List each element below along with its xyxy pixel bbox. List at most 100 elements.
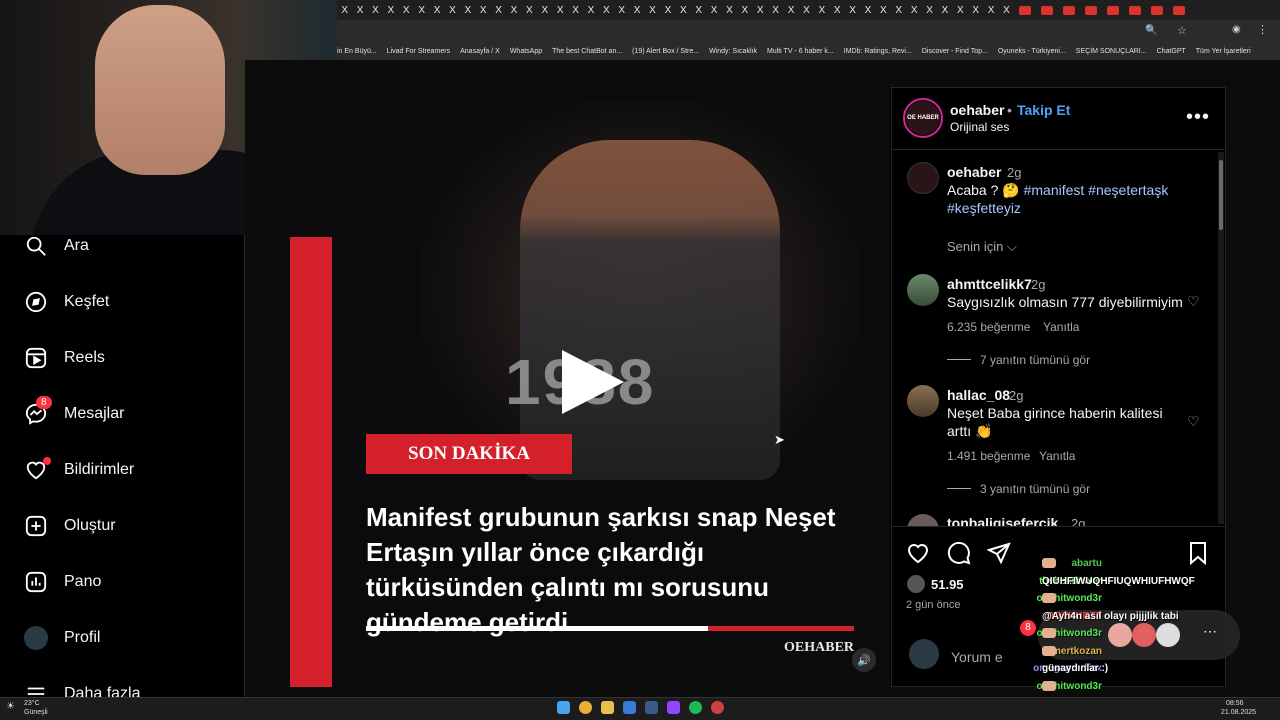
youtube-tab-icon[interactable] <box>1085 5 1098 15</box>
comment-avatar[interactable] <box>907 514 939 526</box>
sidebar-item-notifications[interactable]: Bildirimler <box>24 455 134 485</box>
comment-like-icon[interactable]: ♡ <box>1187 293 1200 310</box>
bookmark-item[interactable]: Livad For Streamers <box>387 48 450 55</box>
clock-time[interactable]: 08:56 <box>1226 700 1244 707</box>
browser-tab-close-icon[interactable]: X <box>799 5 814 16</box>
browser-tab-close-icon[interactable]: X <box>645 5 660 16</box>
post-author-avatar[interactable]: OE HABER <box>903 98 943 138</box>
sidebar-item-search[interactable]: Ara <box>24 231 89 261</box>
video-progress-bar[interactable] <box>366 626 854 631</box>
spotify-icon[interactable] <box>689 701 702 714</box>
browser-tab-close-icon[interactable]: X <box>599 5 614 16</box>
follow-button[interactable]: Takip Et <box>1017 102 1070 118</box>
view-replies-link[interactable]: 3 yanıtın tümünü gör <box>980 482 1090 496</box>
browser-tab-close-icon[interactable]: X <box>614 5 629 16</box>
bookmark-item[interactable]: Discover - Find Top... <box>922 48 988 55</box>
chrome-icon[interactable] <box>579 701 592 714</box>
comment-likes[interactable]: 1.491 beğenme <box>947 449 1030 463</box>
browser-tab-close-icon[interactable]: X <box>399 5 414 16</box>
bookmark-item[interactable]: Multi TV - 6 haber k... <box>767 48 834 55</box>
bookmark-item[interactable]: ChatGPT <box>1157 48 1186 55</box>
browser-tab-close-icon[interactable]: X <box>476 5 491 16</box>
comment-avatar[interactable] <box>907 274 939 306</box>
steam-icon[interactable] <box>645 701 658 714</box>
bookmark-item[interactable]: Oyuneks - Türkiyeni... <box>998 48 1066 55</box>
youtube-tab-icon[interactable] <box>1129 5 1142 15</box>
browser-tab-close-icon[interactable]: X <box>429 5 444 16</box>
comment-username[interactable]: hallac_08 <box>947 387 1010 403</box>
twitch-icon[interactable] <box>667 701 680 714</box>
browser-menu-icon[interactable]: ⋮ <box>1257 23 1268 36</box>
comment-reply-button[interactable]: Yanıtla <box>1043 320 1079 334</box>
bookmark-item[interactable]: WhatsApp <box>510 48 542 55</box>
browser-tab-close-icon[interactable]: X <box>383 5 398 16</box>
weather-temp[interactable]: 23°C <box>24 700 40 707</box>
browser-tab-close-icon[interactable]: X <box>983 5 998 16</box>
comment-username[interactable]: ahmttcelikk7 <box>947 276 1032 292</box>
browser-tab-close-icon[interactable]: X <box>537 5 552 16</box>
volume-icon[interactable]: 🔊 <box>852 648 876 672</box>
browser-tab-close-icon[interactable]: X <box>445 5 460 16</box>
like-icon[interactable] <box>906 541 930 570</box>
browser-tab-close-icon[interactable]: X <box>676 5 691 16</box>
browser-tab-close-icon[interactable]: X <box>491 5 506 16</box>
audio-label[interactable]: Orijinal ses <box>950 120 1009 134</box>
browser-tab-close-icon[interactable]: X <box>460 5 475 16</box>
sidebar-item-reels[interactable]: Reels <box>24 343 105 373</box>
sidebar-item-explore[interactable]: Keşfet <box>24 287 109 317</box>
likes-count[interactable]: 51.95 <box>931 577 964 592</box>
bookmark-item[interactable]: in En Büyü... <box>337 48 377 55</box>
browser-tab-close-icon[interactable]: X <box>937 5 952 16</box>
browser-tab-close-icon[interactable]: X <box>583 5 598 16</box>
view-replies-link[interactable]: 7 yanıtın tümünü gör <box>980 353 1090 367</box>
browser-tab-close-icon[interactable]: X <box>722 5 737 16</box>
bookmark-item[interactable]: SEÇİM SONUÇLARI... <box>1076 48 1147 55</box>
post-author-username[interactable]: oehaber <box>950 102 1004 118</box>
bookmark-item[interactable]: The best ChatBot an... <box>552 48 622 55</box>
comment-like-icon[interactable]: ♡ <box>1187 413 1200 430</box>
sort-dropdown[interactable]: Senin için ⌵ <box>947 239 1017 255</box>
comment-reply-button[interactable]: Yanıtla <box>1039 449 1075 463</box>
browser-tab-close-icon[interactable]: X <box>999 5 1014 16</box>
star-icon[interactable]: ☆ <box>1177 24 1187 37</box>
caption-avatar[interactable] <box>907 162 939 194</box>
sidebar-item-create[interactable]: Oluştur <box>24 511 116 541</box>
bookmark-item[interactable]: Anasayfa / X <box>460 48 500 55</box>
browser-tab-close-icon[interactable]: X <box>337 5 352 16</box>
browser-tab-close-icon[interactable]: X <box>876 5 891 16</box>
bookmark-item[interactable]: Tüm Yer İşaretleri <box>1196 48 1251 55</box>
browser-tab-close-icon[interactable]: X <box>953 5 968 16</box>
browser-tab-close-icon[interactable]: X <box>737 5 752 16</box>
browser-tab-close-icon[interactable]: X <box>906 5 921 16</box>
browser-tab-close-icon[interactable]: X <box>814 5 829 16</box>
browser-tab-close-icon[interactable]: X <box>753 5 768 16</box>
comment-username[interactable]: tonbaligisefercik <box>947 515 1058 526</box>
comment-avatar[interactable] <box>907 385 939 417</box>
browser-tab-close-icon[interactable]: X <box>891 5 906 16</box>
browser-tab-close-icon[interactable]: X <box>660 5 675 16</box>
browser-tab-close-icon[interactable]: X <box>768 5 783 16</box>
youtube-tab-icon[interactable] <box>1173 5 1186 15</box>
browser-tab-close-icon[interactable]: X <box>522 5 537 16</box>
comment-likes[interactable]: 6.235 beğenme <box>947 320 1030 334</box>
browser-tab-close-icon[interactable]: X <box>568 5 583 16</box>
bookmark-item[interactable]: Windy: Sıcaklık <box>709 48 757 55</box>
browser-tab-close-icon[interactable]: X <box>706 5 721 16</box>
youtube-tab-icon[interactable] <box>1019 5 1032 15</box>
weather-icon[interactable]: ☀ <box>6 701 15 712</box>
profile-icon[interactable]: ◉ <box>1232 24 1241 35</box>
app-icon[interactable] <box>711 701 724 714</box>
play-icon[interactable] <box>562 350 624 414</box>
file-explorer-icon[interactable] <box>601 701 614 714</box>
sidebar-item-messages[interactable]: 8 Mesajlar <box>24 396 124 429</box>
sidebar-item-dashboard[interactable]: Pano <box>24 567 101 597</box>
browser-tab-close-icon[interactable]: X <box>922 5 937 16</box>
browser-tab-close-icon[interactable]: X <box>783 5 798 16</box>
browser-tab-close-icon[interactable]: X <box>691 5 706 16</box>
app-icon[interactable] <box>623 701 636 714</box>
clock-date[interactable]: 21.08.2025 <box>1221 709 1256 716</box>
scrollbar-thumb[interactable] <box>1219 160 1223 230</box>
browser-tab-close-icon[interactable]: X <box>860 5 875 16</box>
browser-tab-close-icon[interactable]: X <box>830 5 845 16</box>
browser-tab-close-icon[interactable]: X <box>368 5 383 16</box>
